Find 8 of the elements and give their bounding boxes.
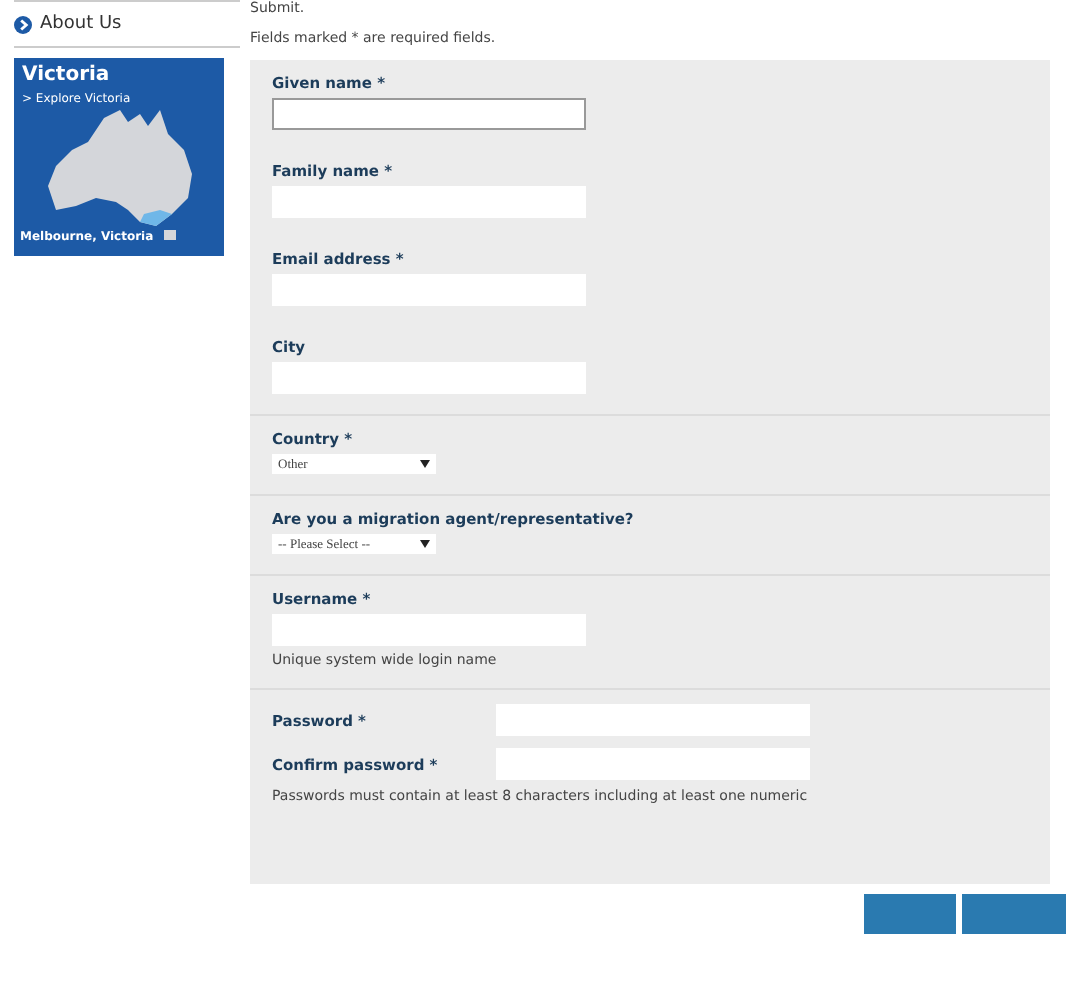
- input-field[interactable]: [272, 98, 586, 130]
- promo-title: Victoria: [22, 64, 110, 86]
- form-button[interactable]: [962, 894, 1066, 934]
- nav-link[interactable]: About Us: [40, 14, 122, 34]
- caret-icon: [420, 460, 430, 468]
- caret-icon: [420, 540, 430, 548]
- arrow-icon: [14, 15, 32, 33]
- form-button[interactable]: [864, 894, 956, 934]
